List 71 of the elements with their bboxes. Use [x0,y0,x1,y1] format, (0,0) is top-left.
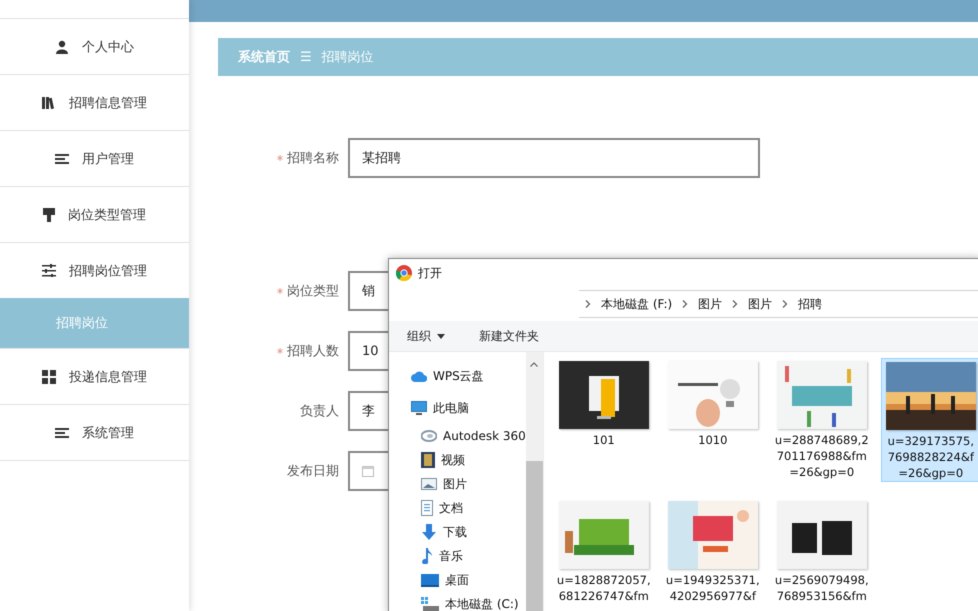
nav-item[interactable]: 本地磁盘 (C:) [389,592,526,611]
file-tile[interactable]: u=288748689,2 701176988&fm =26&gp=0 [772,358,872,482]
music-note-icon [421,548,433,564]
chevron-icon [682,300,688,308]
nav-item[interactable]: 图片 [389,472,526,496]
file-name: u=329173575, 7698828224&f =26&gp=0 [888,433,974,481]
path-segment[interactable]: 图片 [698,296,722,312]
desktop-icon [421,574,439,586]
field-label: 岗位类型 [287,283,339,300]
person-icon [55,40,69,54]
input-field[interactable]: 某招聘 [348,138,760,178]
file-name: 1010 [698,432,728,448]
image-icon [421,478,437,490]
file-tile[interactable]: u=329173575, 7698828224&f =26&gp=0 [880,358,978,482]
path-segment[interactable]: 招聘 [798,296,822,312]
field-label: 招聘名称 [287,150,339,167]
document-icon [421,500,433,516]
sidebar-item[interactable]: 个人中心 [0,18,189,74]
file-name: u=2569079498, 768953156&fm [774,572,869,604]
file-tile[interactable]: 101 [554,358,654,482]
chevron-icon [732,300,738,308]
breadcrumb-separator: ☰ [300,50,312,64]
film-icon [421,452,435,468]
file-tile[interactable]: u=2569079498, 768953156&fm [772,498,872,611]
download-icon [421,524,437,540]
field-label: 招聘人数 [287,343,339,360]
cloud-icon [411,370,427,382]
file-name: u=1828872057, 681226747&fm [556,572,651,604]
sliders-icon [42,264,56,277]
organize-button[interactable]: 组织 [403,326,449,346]
file-name: u=288748689,2 701176988&fm =26&gp=0 [774,432,869,480]
field-label: 负责人 [300,403,339,420]
dialog-title: 打开 [418,264,442,282]
monitor-icon [411,401,427,415]
grid-icon [42,370,56,384]
list-icon [55,152,69,164]
file-tile[interactable]: u=1949325371, 4202956977&f [662,498,763,611]
file-name: 101 [592,432,615,448]
sidebar-item[interactable]: 岗位类型管理 [0,186,189,242]
path-segment[interactable]: 本地磁盘 (F:) [601,296,672,312]
scrollbar[interactable] [526,352,543,611]
chevron-icon [585,300,591,308]
swirl-icon [421,430,437,442]
nav-item[interactable]: 文档 [389,496,526,520]
list-icon [55,426,69,438]
drive-icon [421,597,439,611]
file-tile[interactable]: u=1828872057, 681226747&fm [554,498,654,611]
nav-item[interactable]: 视频 [389,448,526,472]
chevron-icon [782,300,788,308]
sidebar-item[interactable]: 用户管理 [0,130,189,186]
new-folder-button[interactable]: 新建文件夹 [475,326,543,346]
pin-icon [43,208,55,222]
sidebar-item[interactable]: 系统管理 [0,404,189,461]
books-icon [42,96,56,110]
nav-item[interactable]: WPS云盘 [389,360,526,392]
nav-item[interactable]: 下载 [389,520,526,544]
nav-item[interactable]: Autodesk 360 [389,424,526,448]
caret-icon [437,334,445,338]
breadcrumb-current: 招聘岗位 [322,49,374,66]
address-bar[interactable]: 本地磁盘 (F:) 图片 图片 招聘 [579,290,978,318]
nav-item[interactable]: 此电脑 [389,392,526,424]
sidebar-item[interactable]: 投递信息管理 [0,348,189,404]
nav-item[interactable]: 音乐 [389,544,526,568]
field-label: 发布日期 [287,463,339,480]
file-tile[interactable]: 1010 [662,358,763,482]
path-segment[interactable]: 图片 [748,296,772,312]
calendar-icon [362,465,374,477]
browser-icon [396,265,412,281]
file-name: u=1949325371, 4202956977&f [666,572,760,604]
nav-item[interactable]: 桌面 [389,568,526,592]
sidebar-item[interactable]: 招聘信息管理 [0,74,189,130]
